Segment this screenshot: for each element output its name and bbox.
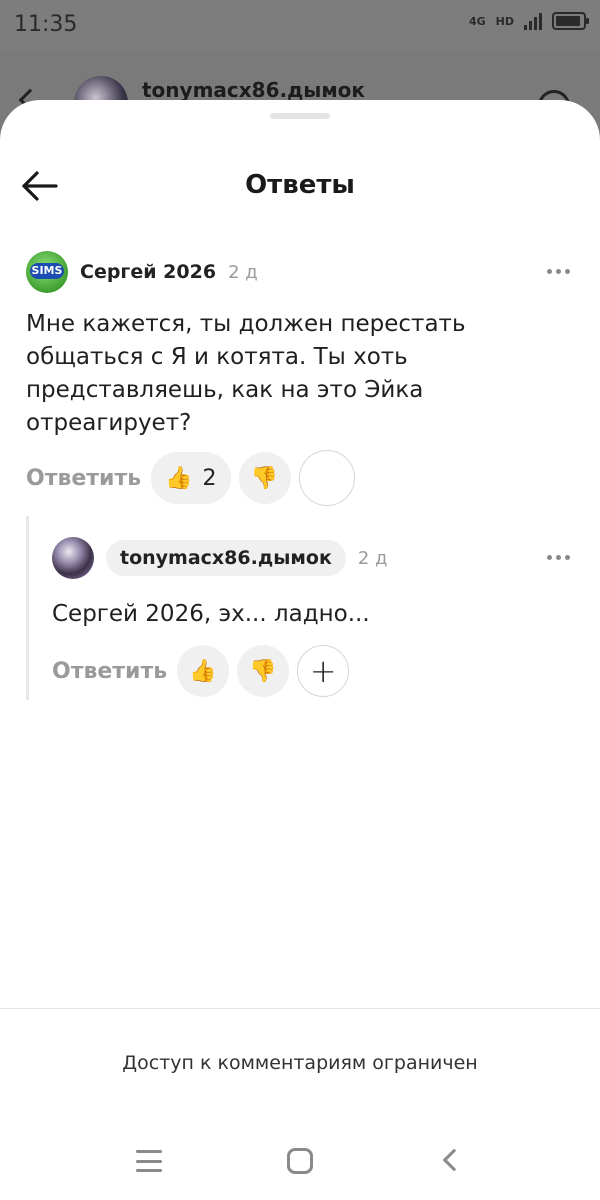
thumbs-up-icon: 👍 <box>165 465 193 491</box>
add-reaction-button[interactable]: + <box>297 645 350 697</box>
battery-icon <box>552 12 589 30</box>
thumbs-down-icon: 👎 <box>249 658 277 684</box>
network-indicator: 4G <box>468 14 486 28</box>
reply-text: Сергей 2026, эх... ладно... <box>52 601 370 627</box>
thumbs-up-icon: 👍 <box>189 658 217 684</box>
replies-sheet: Ответы SIMS Сергей 2026 2 д Мне кажется,… <box>0 100 600 1200</box>
status-bar: 11:35 4G HD <box>0 0 600 52</box>
signal-icon <box>524 12 542 30</box>
background-username: tonymacx86.дымок <box>142 78 365 102</box>
add-reaction-button[interactable] <box>298 450 355 506</box>
avatar[interactable]: SIMS <box>26 251 68 293</box>
hd-indicator: HD <box>495 14 514 28</box>
like-button[interactable]: 👍 <box>177 645 230 697</box>
thread-line <box>26 516 29 700</box>
reply-author[interactable]: tonymacx86.дымок <box>106 540 346 576</box>
reply-button[interactable]: Ответить <box>26 466 141 491</box>
reply-button[interactable]: Ответить <box>52 659 167 684</box>
sheet-header: Ответы <box>0 150 600 222</box>
footer-divider <box>0 1008 600 1009</box>
reply-actions: Ответить 👍 👎 + <box>52 645 576 697</box>
dislike-button[interactable]: 👎 <box>237 645 290 697</box>
back-icon[interactable] <box>442 1148 466 1172</box>
reply-comment: tonymacx86.дымок 2 д Сергей 2026, эх... … <box>52 536 576 697</box>
comment-actions: Ответить 👍 2 👎 <box>26 450 576 506</box>
sheet-title: Ответы <box>245 170 355 200</box>
plus-icon: + <box>309 652 337 690</box>
more-options-icon[interactable] <box>547 555 570 560</box>
sims-logo-icon: SIMS <box>30 263 64 279</box>
avatar[interactable] <box>52 537 94 579</box>
menu-icon[interactable] <box>136 1150 162 1172</box>
thumbs-down-icon: 👎 <box>250 465 279 491</box>
status-icons: 4G HD <box>468 12 589 30</box>
home-icon[interactable] <box>287 1148 313 1174</box>
system-nav-bar <box>0 1120 600 1200</box>
comments-restricted-notice: Доступ к комментариям ограничен <box>122 1052 478 1074</box>
status-time: 11:35 <box>14 12 78 37</box>
comment-text: Мне кажется, ты должен перестать общатьс… <box>26 311 466 436</box>
like-button[interactable]: 👍 2 <box>151 452 231 504</box>
more-options-icon[interactable] <box>547 269 570 274</box>
comment: SIMS Сергей 2026 2 д Мне кажется, ты дол… <box>26 250 576 506</box>
comment-author[interactable]: Сергей 2026 <box>80 261 216 283</box>
dislike-button[interactable]: 👎 <box>238 452 291 504</box>
like-count: 2 <box>202 465 217 491</box>
comment-header: SIMS Сергей 2026 2 д <box>26 250 576 294</box>
reply-header: tonymacx86.дымок 2 д <box>52 536 576 580</box>
comment-time: 2 д <box>228 261 258 283</box>
reply-time: 2 д <box>357 547 388 569</box>
sheet-grabber[interactable] <box>270 113 330 119</box>
